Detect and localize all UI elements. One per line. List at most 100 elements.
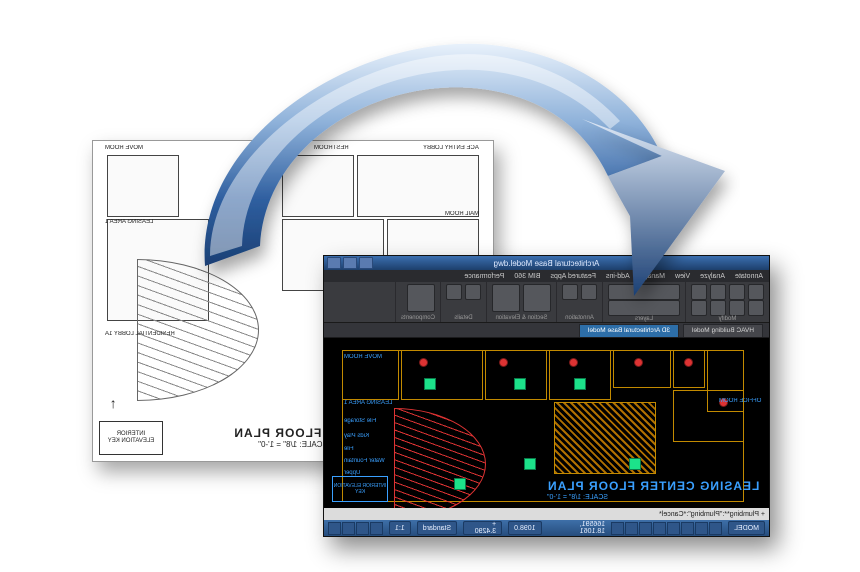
cad-fixture <box>514 378 526 390</box>
maximize-button[interactable] <box>343 257 357 269</box>
cad-drawing-title: LEASING CENTER FLOOR PLAN <box>547 479 759 493</box>
tool-button[interactable] <box>729 300 745 316</box>
paper-label-mailroom: MAIL ROOM <box>445 211 479 218</box>
cad-titlebar[interactable]: Architectural Base Model.dwg <box>324 256 769 270</box>
north-arrow-icon: ↑ <box>103 393 123 413</box>
cad-label-water: Water Fountain <box>344 458 385 464</box>
cad-marker <box>499 358 508 367</box>
status-toggle[interactable] <box>653 522 666 535</box>
status-toggle[interactable] <box>681 522 694 535</box>
cad-application-window: Architectural Base Model.dwg Annotate An… <box>323 255 770 537</box>
tool-button[interactable] <box>729 284 745 300</box>
ribbon-panel-label: Section & Elevation <box>492 315 551 321</box>
cad-label-move-room: MOVE ROOM <box>344 354 382 360</box>
cad-viewport[interactable]: MOVE ROOM LEASING AREA 1 File Storage Ki… <box>324 338 769 508</box>
ribbon-panel-details: Details <box>440 282 486 322</box>
cad-room <box>485 350 547 400</box>
paper-label-restroom: RESTROOM <box>314 145 349 152</box>
status-toggle[interactable] <box>356 522 369 535</box>
ribbon-panel-layers: Layers <box>602 282 685 322</box>
menu-item[interactable]: Performance <box>464 273 504 280</box>
status-toggle[interactable] <box>695 522 708 535</box>
ribbon-panel-label: Components <box>401 315 435 321</box>
cad-drawing-scale: SCALE: 1/8" = 1'-0" <box>547 494 759 502</box>
status-toggle[interactable] <box>370 522 383 535</box>
cad-fixture <box>524 458 536 470</box>
cad-marker <box>569 358 578 367</box>
conversion-illustration: MOVE ROOM LEASING AREA 1 ACE ENTRY LOBBY… <box>0 0 860 572</box>
elevation-button[interactable] <box>492 284 520 312</box>
menu-item[interactable]: Analyze <box>700 273 725 280</box>
cad-commandline[interactable]: + Plumbing**:"Plumbing":*Cancel* <box>324 508 769 520</box>
cad-room <box>401 350 483 400</box>
drawing-tab[interactable]: HVAC Building Model <box>683 324 763 337</box>
tool-button[interactable] <box>562 284 578 300</box>
status-paper[interactable]: 1098.0 <box>508 521 541 535</box>
cad-marker <box>419 358 428 367</box>
cad-room <box>549 350 611 400</box>
cad-tabstrip: HVAC Building Model 3D Architectural Bas… <box>324 323 769 338</box>
tool-button[interactable] <box>465 284 481 300</box>
cad-fixture <box>574 378 586 390</box>
cad-fixture <box>424 378 436 390</box>
tool-button[interactable] <box>691 284 707 300</box>
tool-button[interactable] <box>691 300 707 316</box>
menu-item[interactable]: Add-ins <box>606 273 630 280</box>
cad-label-file-storage: File Storage <box>344 418 376 424</box>
menu-item[interactable]: Annotate <box>735 273 763 280</box>
layer-dropdown[interactable] <box>608 284 680 300</box>
cad-menubar: Annotate Analyze View Manage Add-ins Fea… <box>324 270 769 282</box>
cad-statusbar: MODEL 166591, 18.1061 1098.0 + 3.4290 St… <box>324 520 769 536</box>
status-toggle[interactable] <box>328 522 341 535</box>
status-visualstyle[interactable]: Standard <box>417 521 457 535</box>
cad-fixture <box>454 478 466 490</box>
ribbon-panel-label: Modify <box>691 316 764 322</box>
status-toggle[interactable] <box>611 522 624 535</box>
tool-button[interactable] <box>710 284 726 300</box>
drawing-tab-active[interactable]: 3D Architectural Base Model <box>579 324 679 337</box>
menu-item[interactable]: BIM 360 <box>514 273 540 280</box>
status-toggle[interactable] <box>667 522 680 535</box>
cad-marker <box>634 358 643 367</box>
cad-label-office: OFFICE ROOM <box>719 398 761 404</box>
minimize-button[interactable] <box>327 257 341 269</box>
menu-item[interactable]: Featured Apps <box>550 273 596 280</box>
cad-marker <box>684 358 693 367</box>
status-annoscale[interactable]: 1:1 <box>389 521 411 535</box>
cad-drawing-titleblock: LEASING CENTER FLOOR PLAN SCALE: 1/8" = … <box>547 479 759 502</box>
components-button[interactable] <box>407 284 435 312</box>
paper-room <box>282 155 354 217</box>
status-toggle[interactable] <box>625 522 638 535</box>
menu-item[interactable]: Manage <box>640 273 665 280</box>
close-button[interactable] <box>359 257 373 269</box>
paper-room <box>107 155 179 217</box>
status-toggle-group <box>611 522 722 535</box>
ribbon-panel-section: Section & Elevation <box>486 282 556 322</box>
status-zoom[interactable]: + 3.4290 <box>463 521 502 535</box>
status-model-button[interactable]: MODEL <box>728 521 765 535</box>
ribbon-panel-label: Layers <box>608 316 680 322</box>
paper-label-entry: ACE ENTRY LOBBY <box>423 145 479 152</box>
layer-state-dropdown[interactable] <box>608 300 680 316</box>
cad-elevation-key: INTERIOR ELEVATION KEY <box>332 476 388 502</box>
ribbon-panel-annotation: Annotation <box>556 282 602 322</box>
cad-label-leasing: LEASING AREA 1 <box>344 400 392 406</box>
section-button[interactable] <box>523 284 551 312</box>
cad-fixture <box>629 458 641 470</box>
tool-button[interactable] <box>748 300 764 316</box>
paper-room <box>357 155 479 217</box>
status-toggle[interactable] <box>639 522 652 535</box>
window-controls <box>327 257 373 269</box>
status-coords: 166591, 18.1061 <box>554 521 606 535</box>
tool-button[interactable] <box>748 284 764 300</box>
tool-button[interactable] <box>446 284 462 300</box>
menu-item[interactable]: View <box>675 273 690 280</box>
tool-button[interactable] <box>581 284 597 300</box>
status-toggle[interactable] <box>709 522 722 535</box>
tool-button[interactable] <box>710 300 726 316</box>
cad-label-file: File <box>344 446 354 452</box>
ribbon-panel-label: Annotation <box>562 315 597 321</box>
cad-room <box>613 350 671 388</box>
status-toggle[interactable] <box>342 522 355 535</box>
paper-label-move-room: MOVE ROOM <box>105 145 143 152</box>
